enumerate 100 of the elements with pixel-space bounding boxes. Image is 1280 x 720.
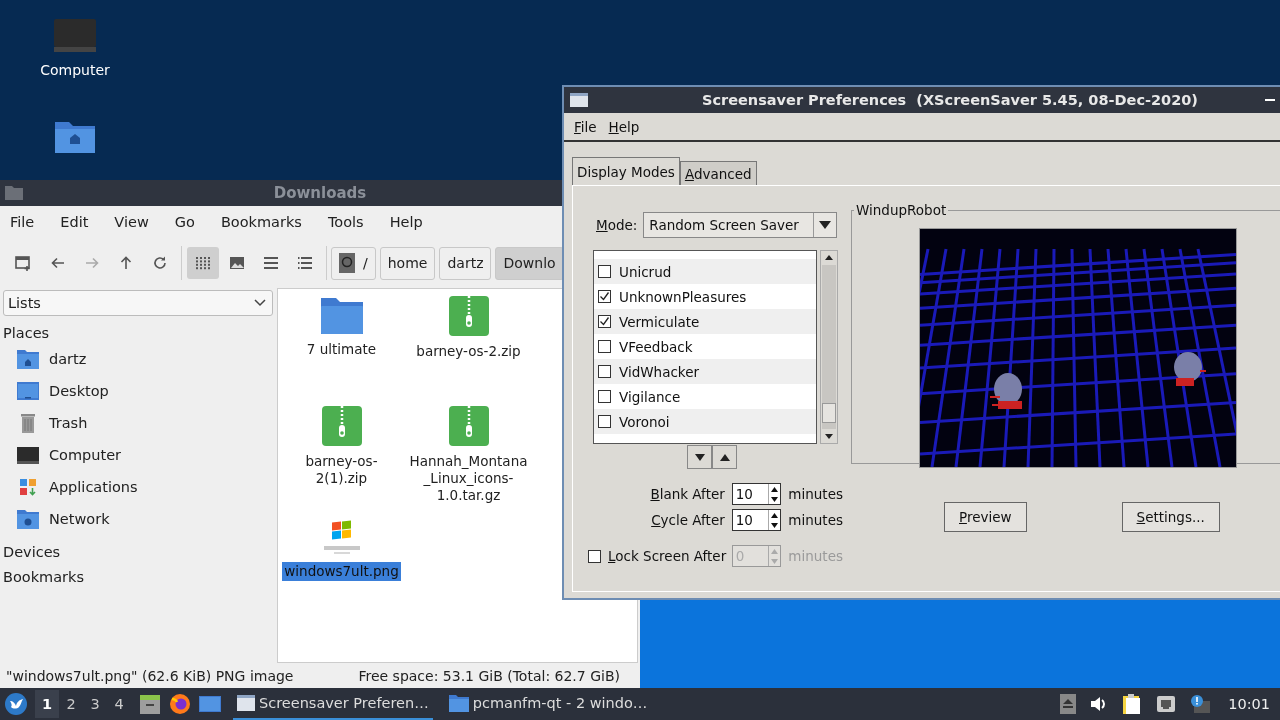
workspace-button[interactable]: 4 xyxy=(107,690,131,718)
drive-icon xyxy=(339,253,355,273)
window-title: Downloads xyxy=(273,184,367,202)
sidebar-item[interactable]: Applications xyxy=(0,471,277,503)
dialog-button[interactable]: Settings... xyxy=(1121,502,1220,532)
status-free-space-text: Free space: 53.1 GiB (Total: 62.7 GiB) xyxy=(358,667,620,684)
tab[interactable]: Display Modes xyxy=(572,157,680,185)
sidebar-section-header[interactable]: Places xyxy=(0,316,277,339)
workspace-button[interactable]: 1 xyxy=(35,690,59,718)
file-name[interactable]: Hannah_Montana_Linux_icons-1.0.tar.gz xyxy=(405,452,532,505)
list-row[interactable]: Unicrud xyxy=(594,259,816,284)
file-name[interactable]: 7 ultimate xyxy=(304,340,379,359)
sidebar-item[interactable]: Desktop xyxy=(0,375,277,407)
list-row[interactable]: Voronoi xyxy=(594,409,816,434)
list-row[interactable]: Vigilance xyxy=(594,384,816,409)
workspace-button[interactable]: 3 xyxy=(83,690,107,718)
file-name[interactable]: windows7ult.png xyxy=(282,562,401,581)
checkbox[interactable] xyxy=(598,415,611,428)
file-name[interactable]: barney-os-2.zip xyxy=(414,342,523,361)
spin-field[interactable]: 10 xyxy=(731,483,782,505)
window-title: Screensaver Preferences (XScreenSaver 5.45, 08-Dec-2020) xyxy=(702,92,1198,108)
menu-item[interactable]: Help xyxy=(389,214,423,230)
notification-icon[interactable] xyxy=(1190,694,1211,714)
menu-item[interactable]: File xyxy=(10,214,35,230)
checkbox[interactable] xyxy=(598,265,611,278)
eject-icon[interactable] xyxy=(1060,694,1077,714)
dialog-button[interactable]: Preview xyxy=(944,502,1027,532)
timer-label: Blank After xyxy=(649,486,725,502)
home-folder-icon xyxy=(17,349,39,369)
move-up-button[interactable] xyxy=(712,445,737,469)
icon-view-button[interactable] xyxy=(187,247,219,279)
menu-item[interactable]: Bookmarks xyxy=(220,214,302,230)
unit-label: minutes xyxy=(788,512,843,528)
status-selection-text: "windows7ult.png" (62.6 KiB) PNG image xyxy=(6,667,294,684)
menu-item[interactable]: Help xyxy=(608,118,640,135)
sidebar-section-header[interactable]: Devices xyxy=(0,535,277,558)
grid-icon xyxy=(195,255,211,271)
minimize-icon[interactable] xyxy=(1265,98,1275,102)
sidebar-item[interactable]: Computer xyxy=(0,439,277,471)
sidebar-item[interactable]: Network xyxy=(0,503,277,535)
menu-item[interactable]: Tools xyxy=(327,214,364,230)
zip-archive-icon[interactable] xyxy=(448,296,489,336)
tab[interactable]: Advanced xyxy=(679,161,757,185)
zip-archive-icon[interactable] xyxy=(448,406,489,446)
mode-dropdown[interactable]: Random Screen Saver xyxy=(643,212,838,238)
path-button[interactable]: / xyxy=(331,246,376,280)
list-row[interactable]: Vermiculate xyxy=(594,309,816,334)
workspace-button[interactable]: 2 xyxy=(59,690,83,718)
sidebar-section-header[interactable]: Bookmarks xyxy=(0,560,277,583)
lines-icon xyxy=(263,255,279,271)
reload-icon[interactable] xyxy=(152,255,168,271)
menu-item[interactable]: View xyxy=(114,214,149,230)
checkbox[interactable] xyxy=(598,390,611,403)
file-cabinet-icon[interactable] xyxy=(139,693,161,715)
list-row[interactable]: UnknownPleasures xyxy=(594,284,816,309)
up-arrow-icon[interactable] xyxy=(118,255,134,271)
path-button[interactable]: home xyxy=(379,246,436,280)
browser-icon[interactable] xyxy=(169,693,191,715)
unit-label: minutes xyxy=(788,486,843,502)
list-row[interactable]: VidWhacker xyxy=(594,359,816,384)
back-arrow-icon[interactable] xyxy=(50,255,66,271)
folder-icon xyxy=(5,185,23,200)
sidebar-item[interactable]: dartz xyxy=(0,343,277,375)
down-triangle-icon xyxy=(694,453,705,461)
bird-logo-icon[interactable] xyxy=(5,693,27,715)
menu-item[interactable]: Edit xyxy=(60,214,89,230)
computer-icon xyxy=(17,445,39,465)
zip-archive-icon[interactable] xyxy=(321,406,362,446)
list-icon xyxy=(297,255,313,271)
image-icon xyxy=(229,255,245,271)
folder-icon[interactable] xyxy=(320,296,363,334)
clipboard-icon[interactable] xyxy=(1122,693,1143,715)
menu-item[interactable]: File xyxy=(574,118,597,135)
checkbox[interactable] xyxy=(598,365,611,378)
spin-field[interactable]: 10 xyxy=(731,509,782,531)
taskbar-window-button[interactable]: pcmanfm-qt - 2 windo… xyxy=(444,688,652,720)
desktop-icon[interactable] xyxy=(199,694,221,714)
spin-arrows-icon[interactable] xyxy=(768,510,781,530)
sidebar-item[interactable]: Trash xyxy=(0,407,277,439)
taskbar-window-button[interactable]: Screensaver Preferen… xyxy=(233,688,433,720)
network-wired-icon[interactable] xyxy=(1156,695,1177,713)
path-button[interactable]: dartz xyxy=(439,246,492,280)
new-tab-icon[interactable] xyxy=(14,254,32,272)
checkbox[interactable] xyxy=(598,315,611,328)
path-button[interactable]: Downlo xyxy=(495,246,564,280)
desktop-icon-label[interactable]: Computer xyxy=(40,62,110,78)
checkbox[interactable] xyxy=(598,340,611,353)
scrollbar-thumb[interactable] xyxy=(822,403,836,423)
checkbox[interactable] xyxy=(598,290,611,303)
network-folder-icon xyxy=(17,509,39,529)
scrollbar[interactable] xyxy=(820,250,838,444)
file-name[interactable]: barney-os-2(1).zip xyxy=(278,452,405,488)
move-down-button[interactable] xyxy=(687,445,712,469)
spin-arrows-icon[interactable] xyxy=(768,484,781,504)
list-row[interactable]: VFeedback xyxy=(594,334,816,359)
timer-label: Lock Screen After xyxy=(608,548,728,564)
places-dropdown[interactable]: Lists xyxy=(3,290,273,316)
menu-item[interactable]: Go xyxy=(174,214,195,230)
up-triangle-icon xyxy=(719,453,730,461)
preview-title: WindupRobot xyxy=(854,202,949,218)
